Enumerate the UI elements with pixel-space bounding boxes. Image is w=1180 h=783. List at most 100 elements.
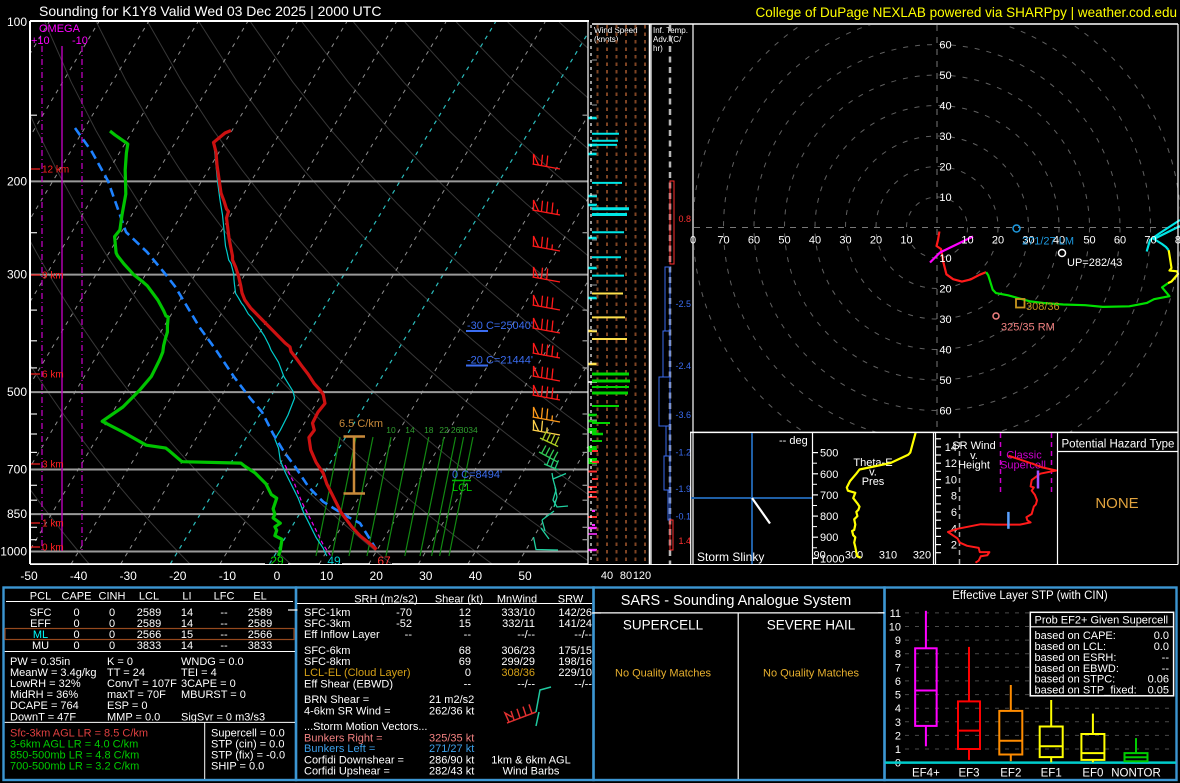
- svg-text:50: 50: [1083, 235, 1095, 247]
- svg-text:Pres: Pres: [862, 476, 885, 488]
- svg-text:308/36: 308/36: [1026, 301, 1060, 313]
- svg-text:40: 40: [809, 235, 821, 247]
- svg-text:12: 12: [945, 458, 957, 470]
- svg-text:67: 67: [377, 554, 391, 568]
- svg-text:80: 80: [620, 570, 632, 582]
- svg-text:4-6km SR Wind =: 4-6km SR Wind =: [304, 705, 391, 717]
- svg-text:1: 1: [895, 744, 901, 756]
- svg-text:NONTOR: NONTOR: [1111, 768, 1161, 780]
- svg-text:8: 8: [895, 649, 901, 661]
- svg-text:800: 800: [820, 511, 838, 523]
- svg-text:30: 30: [939, 314, 951, 326]
- svg-text:based on STP_fixed:: based on STP_fixed:: [1035, 685, 1137, 697]
- svg-text:850: 850: [7, 507, 27, 521]
- svg-text:320: 320: [913, 550, 931, 562]
- svg-text:-52: -52: [396, 618, 412, 630]
- svg-text:0: 0: [274, 569, 281, 583]
- svg-text:No Quality Matches: No Quality Matches: [763, 668, 859, 680]
- svg-text:1000: 1000: [0, 545, 27, 559]
- svg-text:40: 40: [939, 101, 951, 113]
- svg-text:8: 8: [951, 491, 957, 503]
- svg-text:CINH: CINH: [99, 591, 126, 603]
- svg-text:CAPE: CAPE: [62, 591, 92, 603]
- svg-text:Corfidi Upshear =: Corfidi Upshear =: [304, 766, 390, 778]
- svg-text:SUPERCELL: SUPERCELL: [623, 618, 704, 633]
- svg-text:--: --: [464, 678, 472, 690]
- svg-text:50: 50: [939, 375, 951, 387]
- svg-text:--/--: --/--: [517, 629, 535, 641]
- svg-text:20: 20: [370, 569, 384, 583]
- svg-text:6: 6: [895, 676, 901, 688]
- svg-text:300: 300: [7, 268, 27, 282]
- svg-text:10: 10: [961, 235, 973, 247]
- svg-text:EF1: EF1: [1041, 768, 1062, 780]
- svg-text:700: 700: [820, 490, 838, 502]
- svg-text:PCL: PCL: [30, 591, 51, 603]
- svg-text:0: 0: [73, 640, 79, 652]
- svg-text:200: 200: [7, 174, 27, 188]
- svg-text:900: 900: [820, 532, 838, 544]
- svg-text:SEVERE HAIL: SEVERE HAIL: [767, 618, 856, 633]
- svg-text:2: 2: [951, 540, 957, 552]
- svg-text:-- deg: -- deg: [779, 435, 808, 447]
- svg-text:30: 30: [939, 131, 951, 143]
- svg-text:SHIP = 0.0: SHIP = 0.0: [211, 761, 264, 773]
- svg-text:20: 20: [992, 235, 1004, 247]
- svg-text:SFC-3km: SFC-3km: [304, 618, 350, 630]
- svg-text:11: 11: [890, 608, 901, 620]
- svg-text:500: 500: [7, 385, 27, 399]
- svg-text:70: 70: [1144, 235, 1156, 247]
- svg-text:9: 9: [895, 635, 901, 647]
- svg-text:40: 40: [469, 569, 483, 583]
- svg-text:-40: -40: [70, 569, 88, 583]
- svg-text:60: 60: [748, 235, 760, 247]
- svg-text:29: 29: [270, 554, 284, 568]
- svg-text:-1.9: -1.9: [675, 484, 691, 494]
- svg-text:3: 3: [895, 717, 901, 729]
- svg-text:6 km: 6 km: [42, 370, 64, 381]
- svg-text:34: 34: [468, 425, 478, 435]
- svg-text:-10: -10: [219, 569, 237, 583]
- svg-text:MU: MU: [32, 640, 49, 652]
- svg-text:10: 10: [945, 475, 957, 487]
- svg-text:EF0: EF0: [1082, 768, 1103, 780]
- svg-text:LI: LI: [182, 591, 191, 603]
- svg-text:30: 30: [459, 425, 469, 435]
- svg-text:EF3: EF3: [958, 768, 979, 780]
- svg-text:18: 18: [424, 425, 434, 435]
- svg-text:EF2: EF2: [1000, 768, 1021, 780]
- svg-text:Bunkers Left =: Bunkers Left =: [304, 743, 375, 755]
- svg-text:20: 20: [870, 235, 882, 247]
- svg-text:60: 60: [939, 40, 951, 52]
- svg-text:325/35 RM: 325/35 RM: [1001, 322, 1055, 334]
- svg-text:--: --: [405, 629, 413, 641]
- svg-text:Eff Inflow Layer: Eff Inflow Layer: [304, 629, 380, 641]
- svg-text:282/43 kt: 282/43 kt: [429, 766, 474, 778]
- svg-text:20: 20: [939, 162, 951, 174]
- svg-text:271/27 LM: 271/27 LM: [1022, 236, 1074, 248]
- svg-text:10: 10: [939, 253, 951, 265]
- svg-text:5: 5: [895, 690, 901, 702]
- svg-text:500: 500: [820, 448, 838, 460]
- svg-text:MBURST = 0: MBURST = 0: [181, 689, 246, 701]
- svg-text:1.4: 1.4: [678, 536, 691, 546]
- svg-text:40: 40: [939, 345, 951, 357]
- svg-text:60: 60: [1114, 235, 1126, 247]
- svg-text:MMP = 0.0: MMP = 0.0: [107, 711, 160, 723]
- svg-text:15: 15: [459, 618, 471, 630]
- svg-text:300: 300: [845, 550, 863, 562]
- svg-text:Adv. (C/: Adv. (C/: [653, 35, 682, 44]
- svg-text:6: 6: [951, 507, 957, 519]
- svg-text:10: 10: [386, 425, 396, 435]
- svg-text:-2.4: -2.4: [675, 361, 691, 371]
- svg-text:0: 0: [109, 640, 115, 652]
- svg-text:LCL: LCL: [452, 482, 472, 494]
- svg-text:3833: 3833: [248, 640, 272, 652]
- svg-text:262/36 kt: 262/36 kt: [429, 705, 474, 717]
- svg-text:-30: -30: [120, 569, 138, 583]
- svg-text:Wind Barbs: Wind Barbs: [503, 766, 560, 778]
- svg-text:20: 20: [939, 284, 951, 296]
- svg-text:Effective Layer STP (with CIN): Effective Layer STP (with CIN): [952, 590, 1108, 602]
- svg-text:-20: -20: [169, 569, 187, 583]
- svg-text:100: 100: [7, 15, 27, 29]
